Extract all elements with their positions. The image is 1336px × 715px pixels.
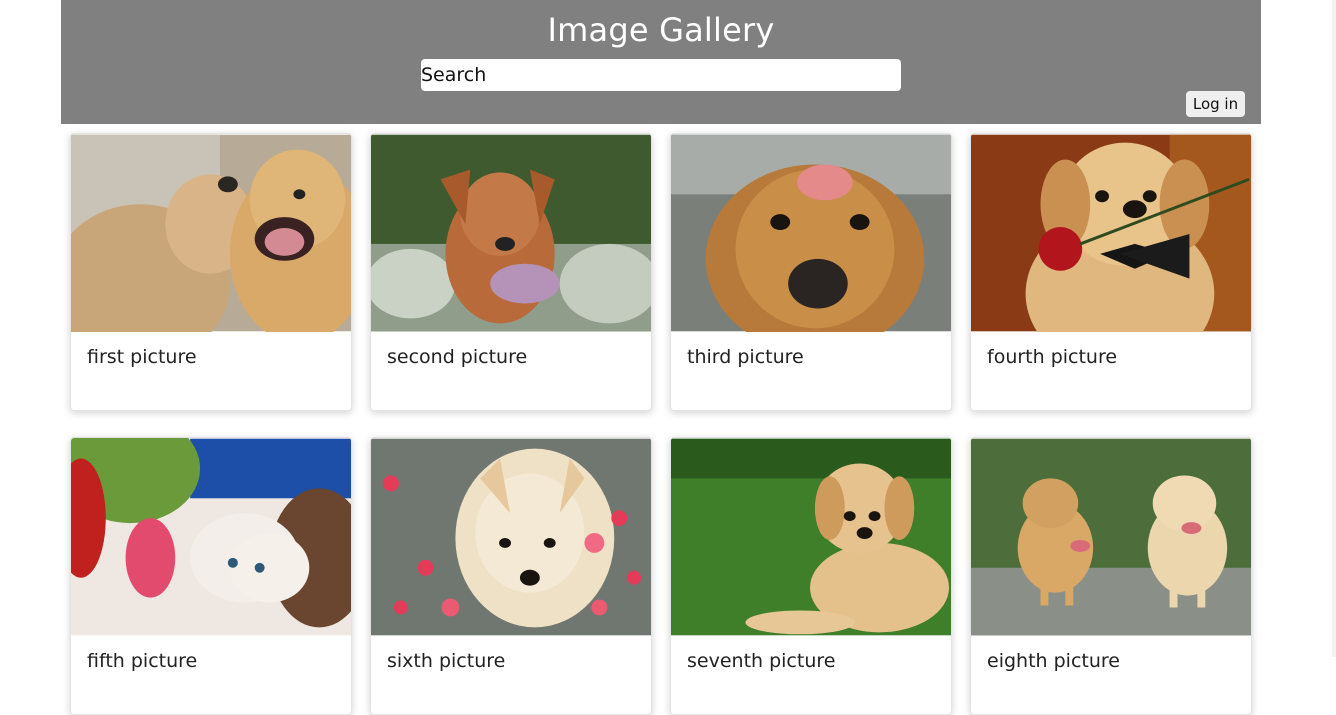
gallery-card[interactable]: third picture — [670, 133, 952, 411]
gallery-card[interactable]: seventh picture — [670, 437, 952, 715]
photo-shiba-petals — [371, 438, 651, 636]
card-caption: fifth picture — [87, 650, 198, 672]
vertical-scrollbar[interactable] — [1332, 0, 1336, 657]
gallery-header: Image Gallery Log in — [61, 0, 1261, 124]
card-caption: second picture — [387, 346, 528, 368]
gallery-card[interactable]: sixth picture — [370, 437, 652, 715]
login-button[interactable]: Log in — [1186, 91, 1245, 117]
photo-white-kitten-toys — [71, 438, 351, 636]
gallery-card[interactable]: fifth picture — [70, 437, 352, 715]
card-caption: eighth picture — [987, 650, 1120, 672]
gallery-card[interactable]: second picture — [370, 133, 652, 411]
gallery-card[interactable]: eighth picture — [970, 437, 1252, 715]
photo-puppy-grass — [671, 438, 951, 636]
page-title: Image Gallery — [547, 11, 775, 49]
page-container: Image Gallery Log in first picture — [61, 0, 1261, 715]
photo-puppy-rose-bowtie — [971, 134, 1251, 332]
image-grid: first picture second picture third pictu… — [70, 133, 1252, 715]
gallery-card[interactable]: fourth picture — [970, 133, 1252, 411]
photo-golden-dog-flower — [671, 134, 951, 332]
photo-two-golden-puppies — [71, 134, 351, 332]
gallery-card[interactable]: first picture — [70, 133, 352, 411]
search-input[interactable] — [421, 59, 901, 91]
card-caption: fourth picture — [987, 346, 1118, 368]
photo-two-running-puppies — [971, 438, 1251, 636]
card-caption: first picture — [87, 346, 197, 368]
photo-brown-puppy-flowers — [371, 134, 651, 332]
card-caption: third picture — [687, 346, 804, 368]
card-caption: sixth picture — [387, 650, 506, 672]
card-caption: seventh picture — [687, 650, 836, 672]
